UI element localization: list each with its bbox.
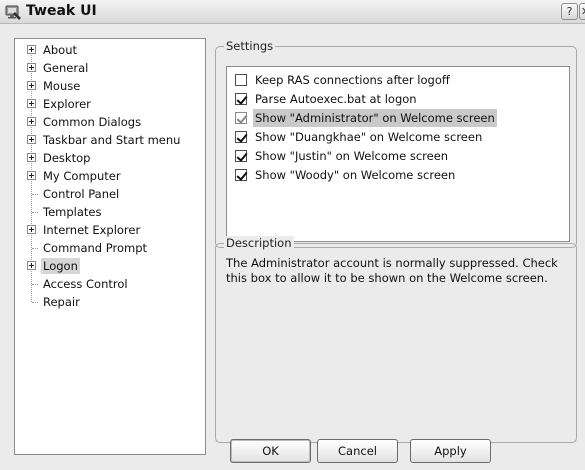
- expand-plus-icon[interactable]: [27, 171, 36, 180]
- tree-item[interactable]: Taskbar and Start menu: [15, 132, 205, 148]
- settings-option[interactable]: Show "Administrator" on Welcome screen: [235, 109, 565, 127]
- tree-item-label: Control Panel: [43, 187, 120, 201]
- tree-item-label: Taskbar and Start menu: [43, 133, 181, 147]
- expand-plus-icon[interactable]: [27, 63, 36, 72]
- cancel-button[interactable]: Cancel: [317, 439, 398, 463]
- tree-item-label: About: [43, 43, 78, 57]
- expand-plus-icon[interactable]: [27, 117, 36, 126]
- settings-option[interactable]: Show "Justin" on Welcome screen: [235, 147, 565, 165]
- tree-item[interactable]: Repair: [15, 294, 205, 310]
- settings-option-label: Show "Duangkhae" on Welcome screen: [255, 130, 483, 144]
- settings-option-label: Show "Justin" on Welcome screen: [255, 149, 449, 163]
- expand-plus-icon[interactable]: [27, 81, 36, 90]
- tree-item-label: Command Prompt: [43, 241, 148, 255]
- tree-item[interactable]: Logon: [15, 258, 205, 274]
- settings-legend: Settings: [224, 39, 276, 53]
- expand-plus-icon[interactable]: [27, 153, 36, 162]
- settings-option[interactable]: Parse Autoexec.bat at logon: [235, 90, 565, 108]
- tree-item[interactable]: Access Control: [15, 276, 205, 292]
- settings-option-label: Show "Administrator" on Welcome screen: [253, 109, 497, 127]
- tree-item-label: My Computer: [43, 169, 121, 183]
- dialog-client-area: About General Mouse Explorer Common Dialogs T…: [0, 24, 585, 470]
- ok-button[interactable]: OK: [230, 439, 311, 463]
- tree-item[interactable]: General: [15, 60, 205, 76]
- tree-branch-line: [32, 302, 38, 303]
- tree-item[interactable]: Mouse: [15, 78, 205, 94]
- settings-option-label: Keep RAS connections after logoff: [255, 73, 450, 87]
- checked-checkbox[interactable]: [235, 169, 247, 181]
- window-title: Tweak UI: [26, 3, 97, 19]
- title-bar[interactable]: Tweak UI ? ✕: [0, 0, 585, 24]
- help-button[interactable]: ?: [561, 3, 578, 20]
- tree-item[interactable]: About: [15, 42, 205, 58]
- tree-item-label: General: [43, 61, 89, 75]
- tree-item-label: Explorer: [43, 97, 91, 111]
- tree-item-label: Desktop: [43, 151, 91, 165]
- expand-plus-icon[interactable]: [27, 99, 36, 108]
- settings-option[interactable]: Show "Duangkhae" on Welcome screen: [235, 128, 565, 146]
- tree-item[interactable]: Command Prompt: [15, 240, 205, 256]
- close-button[interactable]: ✕: [579, 3, 585, 20]
- description-text: The Administrator account is normally su…: [226, 256, 558, 285]
- tree-item-label: Internet Explorer: [43, 223, 141, 237]
- settings-option[interactable]: Show "Woody" on Welcome screen: [235, 166, 565, 184]
- tree-branch-line: [32, 194, 38, 195]
- expand-plus-icon[interactable]: [27, 225, 36, 234]
- unchecked-checkbox[interactable]: [235, 74, 247, 86]
- tree-item[interactable]: Explorer: [15, 96, 205, 112]
- tree-item[interactable]: Common Dialogs: [15, 114, 205, 130]
- tree-item[interactable]: Control Panel: [15, 186, 205, 202]
- checked-checkbox[interactable]: [235, 131, 247, 143]
- tweakui-app-icon: [5, 5, 21, 20]
- tree-item[interactable]: My Computer: [15, 168, 205, 184]
- settings-list[interactable]: Keep RAS connections after logoff Parse A…: [226, 66, 570, 242]
- tree-item[interactable]: Desktop: [15, 150, 205, 166]
- tree-branch-line: [32, 284, 38, 285]
- category-tree[interactable]: About General Mouse Explorer Common Dialogs T…: [14, 38, 206, 455]
- settings-option-label: Parse Autoexec.bat at logon: [255, 92, 417, 106]
- tree-branch-line: [32, 248, 38, 249]
- apply-button[interactable]: Apply: [410, 439, 491, 463]
- tree-item-label: Access Control: [43, 277, 128, 291]
- tree-item-label: Logon: [41, 258, 80, 274]
- description-legend: Description: [224, 236, 294, 250]
- expand-plus-icon[interactable]: [27, 135, 36, 144]
- checked-checkbox[interactable]: [235, 112, 247, 124]
- tree-item-label: Mouse: [43, 79, 81, 93]
- tree-item[interactable]: Internet Explorer: [15, 222, 205, 238]
- checked-checkbox[interactable]: [235, 150, 247, 162]
- tree-item-label: Templates: [43, 205, 102, 219]
- tree-branch-line: [32, 212, 38, 213]
- tree-item[interactable]: Templates: [15, 204, 205, 220]
- settings-option-label: Show "Woody" on Welcome screen: [255, 168, 456, 182]
- checked-checkbox[interactable]: [235, 93, 247, 105]
- expand-plus-icon[interactable]: [27, 45, 36, 54]
- settings-option[interactable]: Keep RAS connections after logoff: [235, 71, 565, 89]
- expand-plus-icon[interactable]: [27, 261, 36, 270]
- tree-item-label: Repair: [43, 295, 80, 309]
- tree-item-label: Common Dialogs: [43, 115, 142, 129]
